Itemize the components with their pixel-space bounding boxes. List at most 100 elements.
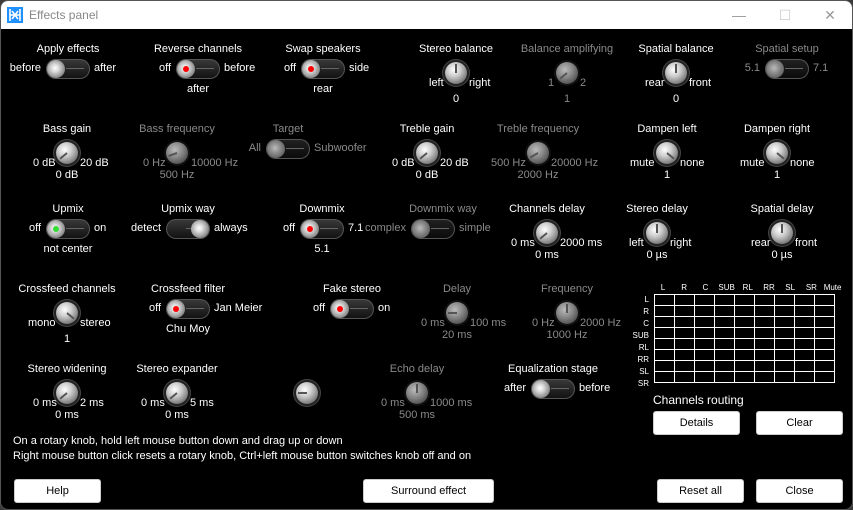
- routing-cell[interactable]: [654, 338, 675, 350]
- routing-cell[interactable]: [674, 316, 695, 328]
- routing-cell[interactable]: [694, 371, 715, 383]
- frequency-knob[interactable]: [556, 302, 578, 324]
- stereo-expander-knob[interactable]: [166, 382, 188, 404]
- bass-gain-knob[interactable]: [56, 142, 78, 164]
- minimize-button[interactable]: —: [716, 1, 762, 29]
- dampen-right-knob[interactable]: [766, 142, 788, 164]
- treble-gain-knob[interactable]: [416, 142, 438, 164]
- swap-speakers-thumb[interactable]: [302, 60, 320, 78]
- routing-cell[interactable]: [654, 371, 675, 383]
- routing-cell[interactable]: [674, 327, 695, 339]
- spatial-balance-knob[interactable]: [665, 62, 687, 84]
- routing-cell[interactable]: [714, 371, 735, 383]
- apply-effects-switch[interactable]: [46, 59, 90, 79]
- apply-effects-thumb[interactable]: [47, 60, 65, 78]
- routing-cell[interactable]: [714, 294, 735, 306]
- routing-cell[interactable]: [694, 316, 715, 328]
- upmix-way-switch[interactable]: [166, 219, 210, 239]
- routing-cell[interactable]: [754, 305, 775, 317]
- routing-cell[interactable]: [754, 360, 775, 372]
- routing-cell[interactable]: [654, 305, 675, 317]
- routing-cell[interactable]: [654, 327, 675, 339]
- routing-cell[interactable]: [714, 338, 735, 350]
- routing-cell[interactable]: [694, 305, 715, 317]
- help-button[interactable]: Help: [14, 479, 101, 503]
- stereo-balance-knob[interactable]: [445, 62, 467, 84]
- routing-cell[interactable]: [774, 305, 795, 317]
- reverse-channels-thumb[interactable]: [177, 60, 195, 78]
- routing-cell[interactable]: [674, 360, 695, 372]
- routing-cell[interactable]: [734, 371, 755, 383]
- routing-cell[interactable]: [814, 371, 835, 383]
- routing-cell[interactable]: [754, 371, 775, 383]
- routing-cell[interactable]: [674, 371, 695, 383]
- routing-cell[interactable]: [654, 294, 675, 306]
- routing-cell[interactable]: [734, 305, 755, 317]
- echo-delay-knob[interactable]: [406, 382, 428, 404]
- routing-cell[interactable]: [654, 360, 675, 372]
- crossfeed-channels-knob[interactable]: [56, 302, 78, 324]
- routing-cell[interactable]: [794, 316, 815, 328]
- routing-cell[interactable]: [814, 360, 835, 372]
- routing-cell[interactable]: [694, 360, 715, 372]
- stereo-delay-knob[interactable]: [646, 222, 668, 244]
- routing-cell[interactable]: [694, 349, 715, 361]
- reverse-channels-switch[interactable]: [176, 59, 220, 79]
- upmix-way-thumb[interactable]: [191, 220, 209, 238]
- crossfeed-filter-switch[interactable]: [166, 299, 210, 319]
- fake-stereo-thumb[interactable]: [331, 300, 349, 318]
- routing-cell[interactable]: [674, 349, 695, 361]
- routing-cell[interactable]: [814, 327, 835, 339]
- surround-effect-button[interactable]: Surround effect: [363, 479, 494, 503]
- routing-cell[interactable]: [774, 338, 795, 350]
- routing-cell[interactable]: [774, 294, 795, 306]
- routing-cell[interactable]: [674, 294, 695, 306]
- routing-cell[interactable]: [734, 294, 755, 306]
- routing-cell[interactable]: [774, 371, 795, 383]
- downmix-way-thumb[interactable]: [412, 220, 430, 238]
- routing-cell[interactable]: [754, 349, 775, 361]
- routing-cell[interactable]: [774, 360, 795, 372]
- balance-amplifying-knob[interactable]: [556, 62, 578, 84]
- swap-speakers-switch[interactable]: [301, 59, 345, 79]
- echo-count-knob[interactable]: [296, 382, 318, 404]
- routing-cell[interactable]: [774, 316, 795, 328]
- bass-frequency-knob[interactable]: [166, 142, 188, 164]
- routing-cell[interactable]: [814, 294, 835, 306]
- routing-cell[interactable]: [794, 371, 815, 383]
- spatial-setup-switch[interactable]: [765, 59, 809, 79]
- delay-knob[interactable]: [446, 302, 468, 324]
- routing-cell[interactable]: [734, 327, 755, 339]
- routing-cell[interactable]: [734, 360, 755, 372]
- routing-cell[interactable]: [694, 327, 715, 339]
- routing-cell[interactable]: [734, 349, 755, 361]
- stereo-widening-knob[interactable]: [56, 382, 78, 404]
- routing-cell[interactable]: [694, 338, 715, 350]
- routing-cell[interactable]: [714, 349, 735, 361]
- routing-cell[interactable]: [794, 294, 815, 306]
- details-button[interactable]: Details: [653, 411, 740, 435]
- routing-cell[interactable]: [794, 305, 815, 317]
- routing-cell[interactable]: [714, 327, 735, 339]
- equalization-stage-switch[interactable]: [531, 379, 575, 399]
- routing-cell[interactable]: [754, 327, 775, 339]
- maximize-button[interactable]: ☐: [762, 1, 808, 29]
- routing-cell[interactable]: [794, 327, 815, 339]
- routing-cell[interactable]: [794, 338, 815, 350]
- upmix-switch[interactable]: [46, 219, 90, 239]
- routing-cell[interactable]: [674, 338, 695, 350]
- routing-cell[interactable]: [714, 305, 735, 317]
- routing-cell[interactable]: [674, 305, 695, 317]
- fake-stereo-switch[interactable]: [330, 299, 374, 319]
- clear-button[interactable]: Clear: [756, 411, 843, 435]
- close-button[interactable]: Close: [756, 479, 843, 503]
- spatial-setup-thumb[interactable]: [766, 60, 784, 78]
- upmix-thumb[interactable]: [47, 220, 65, 238]
- routing-cell[interactable]: [814, 349, 835, 361]
- routing-cell[interactable]: [754, 316, 775, 328]
- downmix-thumb[interactable]: [301, 220, 319, 238]
- downmix-switch[interactable]: [300, 219, 344, 239]
- routing-cell[interactable]: [814, 338, 835, 350]
- crossfeed-filter-thumb[interactable]: [167, 300, 185, 318]
- routing-cell[interactable]: [754, 338, 775, 350]
